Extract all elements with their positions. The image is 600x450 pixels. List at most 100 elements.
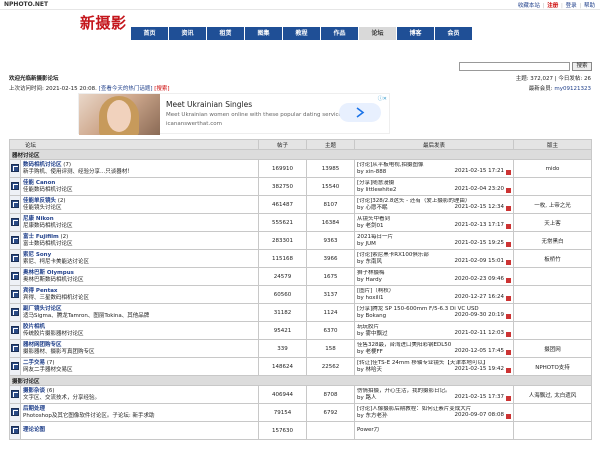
moderator[interactable] [513,421,593,440]
nav-item[interactable]: 图集 [245,27,282,40]
ad-info-icon[interactable]: ⓘ✕ [378,95,387,102]
forum-link[interactable]: 二手交易 [23,360,45,366]
forum-link[interactable]: 佳能单反镜头 [23,198,56,204]
goto-last-post-icon[interactable] [506,170,512,175]
moderator[interactable] [513,403,593,422]
forum-description: 奥林巴斯数码相机讨论区 [23,276,84,283]
bookmark-link[interactable]: 收藏本站 [518,3,540,9]
forum-icon-cell [9,231,21,250]
advertisement[interactable]: Meet Ukrainian Singles Meet Ukrainian wo… [78,93,390,135]
last-post-date: 2021-02-09 15:01 [454,258,505,264]
forum-link[interactable]: 尼康 Nikon [23,216,54,222]
goto-last-post-icon[interactable] [506,314,512,319]
category-title[interactable]: 摄影讨论区 [8,375,593,386]
last-post-cell: 狮子林摄梅 by Hardy 2020-02-23 09:46 [354,267,515,286]
forum-description: 传统胶片摄影器材讨论区 [23,330,84,337]
goto-last-post-icon[interactable] [506,188,512,193]
goto-last-post-icon[interactable] [506,242,512,247]
forum-link[interactable]: 器材网团购专区 [23,342,62,348]
nav-item[interactable]: 资讯 [169,27,206,40]
forum-description: Photoshop及其它图像软件讨论区。子论坛: 新手求助 [23,412,155,419]
ad-description: Meet Ukrainian women online with these p… [166,112,345,118]
forum-link[interactable]: 索尼 Sony [23,252,51,258]
forum-link[interactable]: 副厂镜头讨论区 [23,306,62,312]
newest-user-link[interactable]: my09121323 [554,86,591,92]
goto-last-post-icon[interactable] [506,206,512,211]
posts-count: 555621 [258,213,308,232]
forum-today-count: (7) [63,161,72,168]
nav-item[interactable]: 论坛 [359,27,396,40]
ad-open-button[interactable] [339,103,381,122]
forum-link[interactable]: 佳能 Canon [23,180,55,186]
nav-item[interactable]: 作品 [321,27,358,40]
moderator[interactable] [513,267,593,286]
moderator[interactable]: 人海飘过, 太白遗风 [513,385,593,404]
goto-last-post-icon[interactable] [506,224,512,229]
forum-link[interactable]: 奥林巴斯 Olympus [23,270,74,276]
posts-count: 148624 [258,357,308,376]
search-button[interactable]: 搜索 [572,62,592,71]
moderator[interactable] [513,285,593,304]
forum-link[interactable]: 宾得 Pentax [23,288,57,294]
goto-last-post-icon[interactable] [506,350,512,355]
goto-last-post-icon[interactable] [506,332,512,337]
goto-last-post-icon[interactable] [506,414,512,419]
goto-last-post-icon[interactable] [506,260,512,265]
forum-link[interactable]: 后期处理 [23,406,45,412]
last-visit-text: 上次访问时间: 2021-02-15 20:08. [9,86,97,92]
category-title[interactable]: 器材讨论区 [8,149,593,160]
goto-last-post-icon[interactable] [506,278,512,283]
search-input[interactable] [459,62,570,71]
forum-folder-icon [11,361,19,370]
login-link[interactable]: 登录 [566,3,577,9]
nav-item[interactable]: 租赁 [207,27,244,40]
search-link[interactable]: [搜索] [154,86,169,92]
forum-link[interactable]: 理论论图 [23,427,45,433]
help-link[interactable]: 帮助 [584,3,595,9]
goto-last-post-icon[interactable] [506,368,512,373]
moderator[interactable]: NPHOTO支持 [513,357,593,376]
topics-count: 3966 [306,249,356,268]
nav-item[interactable]: 首页 [131,27,168,40]
moderator[interactable]: 板桥竹 [513,249,593,268]
forum-name-cell: 索尼 Sony 索尼、柯尼卡美能达讨论区 [19,249,260,268]
posts-count: 382750 [258,177,308,196]
ad-title[interactable]: Meet Ukrainian Singles [166,100,252,109]
moderator[interactable] [513,177,593,196]
site-name: NPHOTO.NET [4,1,49,8]
goto-last-post-icon[interactable] [506,296,512,301]
nav-item[interactable]: 教程 [283,27,320,40]
forum-link[interactable]: 摄影杂谈 [23,388,45,394]
moderator[interactable]: 天上客 [513,213,593,232]
last-post-date: 2021-02-15 12:34 [454,204,505,210]
goto-last-post-icon[interactable] [506,396,512,401]
category-row: 器材讨论区 [8,149,593,160]
forum-row: 器材网团购专区 摄影器材、摄影写真团购专区 339 158 佳售328最，台湾进口美阳… [9,339,593,358]
today-hot-link[interactable]: [查看今天的热门话题] [99,86,153,92]
forum-link[interactable]: 胶片相机 [23,324,45,330]
forum-table: 论坛 帖子 主题 最后发表 版主 器材讨论区 数码相机讨论区 (7) 新手购机、使用… [8,139,593,440]
moderator[interactable]: 一枚, 上帝之光 [513,195,593,214]
forum-link[interactable]: 数码相机讨论区 [23,162,62,168]
moderator[interactable]: 摄团网 [513,339,593,358]
forum-icon-cell [9,285,21,304]
register-link[interactable]: 注册 [547,3,558,9]
forum-icon-cell [9,213,21,232]
moderator[interactable] [513,303,593,322]
nav-item[interactable]: 博客 [397,27,434,40]
last-post-cell: [讨论]人像摄影后期教程：如何让素片变成大片 by 东方老孙 2020-09-07 … [354,403,515,422]
forum-icon-cell [9,159,21,178]
forum-name-cell: 后期处理 Photoshop及其它图像软件讨论区。子论坛: 新手求助 [19,403,260,422]
forum-icon-cell [9,357,21,376]
moderator[interactable] [513,321,593,340]
forum-link[interactable]: 富士 Fujifilm [23,234,59,240]
site-logo[interactable]: 新摄影 [80,12,127,33]
last-post-title[interactable]: Power力 [357,427,513,434]
forum-folder-icon [11,199,19,208]
nav-item[interactable]: 会员 [435,27,472,40]
last-post-cell: [图片]（啊秋） by hoxili1 2020-12-27 16:24 [354,285,515,304]
moderator[interactable]: 无常黑白 [513,231,593,250]
moderator[interactable]: mido [513,159,593,178]
forum-name-cell: 佳能 Canon 佳能数码相机讨论区 [19,177,260,196]
forum-icon-cell [9,339,21,358]
